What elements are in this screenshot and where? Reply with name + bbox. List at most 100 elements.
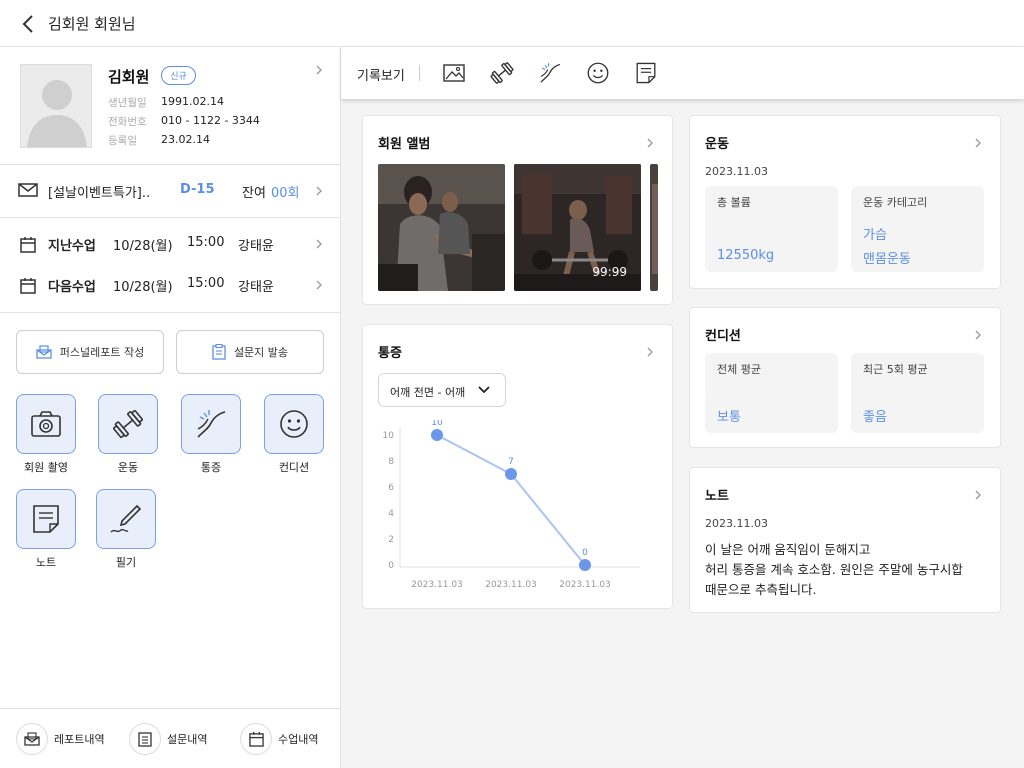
overall-average-label: 전체 평균 xyxy=(717,363,761,376)
tile-label: 필기 xyxy=(115,556,137,569)
album-title: 회원 앨범 xyxy=(378,137,431,152)
info-value: 1991.02.14 xyxy=(161,95,224,108)
lesson-label: 지난수업 xyxy=(48,239,96,254)
note-body: 이 날은 어깨 움직임이 둔해지고 허리 통증을 계속 호소함. 원인은 주말에… xyxy=(705,540,995,600)
pain-icon xyxy=(197,410,226,438)
back-button[interactable] xyxy=(14,10,42,38)
video-duration: 99:99 xyxy=(592,265,627,279)
chevron-right-icon xyxy=(316,239,322,249)
filter-note-button[interactable] xyxy=(633,60,659,86)
exercise-card[interactable]: 운동 2023.11.03 총 볼륨 12550kg 운동 카테고리 가슴 맨몸… xyxy=(689,115,1001,289)
workout-photo-image xyxy=(378,164,505,291)
clipboard-icon xyxy=(212,344,226,360)
last-lesson-row[interactable]: 지난수업 10/28(월) 15:00 강태윤 xyxy=(0,224,340,264)
total-volume-value: 12550kg xyxy=(717,248,775,263)
divider xyxy=(0,312,340,313)
tile-exercise-box xyxy=(98,394,158,454)
recent-average-value: 좋음 xyxy=(863,410,887,425)
survey-history-icon-wrap xyxy=(129,723,161,755)
note-line: 이 날은 어깨 움직임이 둔해지고 xyxy=(705,542,871,557)
y-tick-label: 0 xyxy=(388,561,394,571)
x-tick-label: 2023.11.03 xyxy=(485,580,537,590)
next-lesson-row[interactable]: 다음수업 10/28(월) 15:00 강태윤 xyxy=(0,265,340,305)
report-history-button[interactable]: 레포트내역 xyxy=(16,723,105,755)
top-header: 김회원 회원님 xyxy=(0,0,1024,47)
note-icon xyxy=(636,62,656,84)
remaining-label: 잔여 xyxy=(242,186,266,201)
smile-icon xyxy=(587,62,609,84)
note-card[interactable]: 노트 2023.11.03 이 날은 어깨 움직임이 둔해지고 허리 통증을 계… xyxy=(689,467,1001,613)
chevron-right-icon xyxy=(316,186,322,196)
filter-pain-button[interactable] xyxy=(537,60,563,86)
lesson-time: 15:00 xyxy=(187,235,225,250)
chevron-right-icon xyxy=(975,490,981,500)
pain-icon xyxy=(540,63,561,83)
total-volume-box: 총 볼륨 12550kg xyxy=(705,186,838,272)
member-detail-chevron-icon[interactable] xyxy=(314,65,324,75)
calendar-icon xyxy=(248,731,264,747)
tile-condition[interactable]: 컨디션 xyxy=(264,394,324,475)
survey-history-button[interactable]: 설문내역 xyxy=(129,723,207,755)
lesson-history-icon-wrap xyxy=(240,723,272,755)
toolbar-separator xyxy=(419,65,420,81)
divider xyxy=(0,217,340,218)
tile-label: 운동 xyxy=(117,461,139,474)
data-point xyxy=(431,429,443,441)
series-line xyxy=(436,434,586,566)
member-name: 김회원 xyxy=(108,68,150,86)
info-label: 등록일 xyxy=(108,135,137,147)
tile-exercise[interactable]: 운동 xyxy=(98,394,158,475)
total-volume-label: 총 볼륨 xyxy=(717,196,751,209)
pain-card[interactable]: 통증 어깨 전면 - 어깨 0 2 4 6 8 10 2023.11.03 2023.11.0… xyxy=(362,324,673,609)
info-row-phone: 전화번호 010 - 1122 - 3344 xyxy=(108,114,260,129)
chevron-right-icon xyxy=(975,330,981,340)
chevron-right-icon xyxy=(316,280,322,290)
membership-title: [설날이벤트특가].. xyxy=(48,186,151,201)
send-survey-button[interactable]: 설문지 발송 xyxy=(176,330,324,374)
send-survey-label: 설문지 발송 xyxy=(233,346,289,359)
filter-condition-button[interactable] xyxy=(585,60,611,86)
data-point xyxy=(579,559,591,571)
filter-image-button[interactable] xyxy=(441,60,467,86)
tile-handwriting[interactable]: 필기 xyxy=(96,489,156,570)
exercise-category-value: 가슴 xyxy=(863,228,887,243)
pain-line-chart: 0 2 4 6 8 10 2023.11.03 2023.11.03 2023.11.03 10 7… xyxy=(383,420,640,590)
album-video[interactable]: 99:99 xyxy=(514,164,641,291)
filter-exercise-button[interactable] xyxy=(489,60,515,86)
pain-area-select[interactable]: 어깨 전면 - 어깨 xyxy=(378,373,506,407)
overall-average-value: 보통 xyxy=(717,410,741,425)
personal-report-button[interactable]: 퍼스널레포트 작성 xyxy=(16,330,164,374)
tile-note[interactable]: 노트 xyxy=(16,489,76,570)
condition-card[interactable]: 컨디션 전체 평균 보통 최근 5회 평균 좋음 xyxy=(689,307,1001,448)
tile-label: 통증 xyxy=(200,461,222,474)
album-photo[interactable] xyxy=(378,164,505,291)
info-row-registered: 등록일 23.02.14 xyxy=(108,133,210,148)
album-card[interactable]: 회원 앨범 99:99 xyxy=(362,115,673,305)
info-value: 010 - 1122 - 3344 xyxy=(161,114,260,127)
chevron-down-icon xyxy=(478,386,490,394)
membership-dday: D-15 xyxy=(180,182,215,197)
tile-condition-box xyxy=(264,394,324,454)
y-tick-label: 6 xyxy=(388,483,394,493)
dumbbell-icon xyxy=(490,62,514,84)
avatar xyxy=(20,64,92,148)
y-tick-label: 10 xyxy=(383,431,395,441)
remaining-count: 00회 xyxy=(271,186,300,201)
tile-photo[interactable]: 회원 촬영 xyxy=(16,394,76,475)
camera-icon xyxy=(31,411,61,437)
tile-label: 컨디션 xyxy=(278,461,310,474)
lesson-time: 15:00 xyxy=(187,276,225,291)
report-history-label: 레포트내역 xyxy=(54,733,105,746)
lesson-history-button[interactable]: 수업내역 xyxy=(240,723,318,755)
album-photo-partial[interactable] xyxy=(650,164,658,291)
calendar-icon xyxy=(20,278,36,294)
tile-pain[interactable]: 통증 xyxy=(181,394,241,475)
membership-row[interactable]: [설날이벤트특가].. D-15 잔여 00회 xyxy=(0,165,340,217)
info-value: 23.02.14 xyxy=(161,133,210,146)
survey-history-label: 설문내역 xyxy=(167,733,208,746)
chevron-right-icon xyxy=(647,347,653,357)
lesson-date: 10/28(월) xyxy=(113,239,173,254)
overall-average-box: 전체 평균 보통 xyxy=(705,353,838,433)
tile-label: 노트 xyxy=(35,556,57,569)
lesson-label: 다음수업 xyxy=(48,280,96,295)
